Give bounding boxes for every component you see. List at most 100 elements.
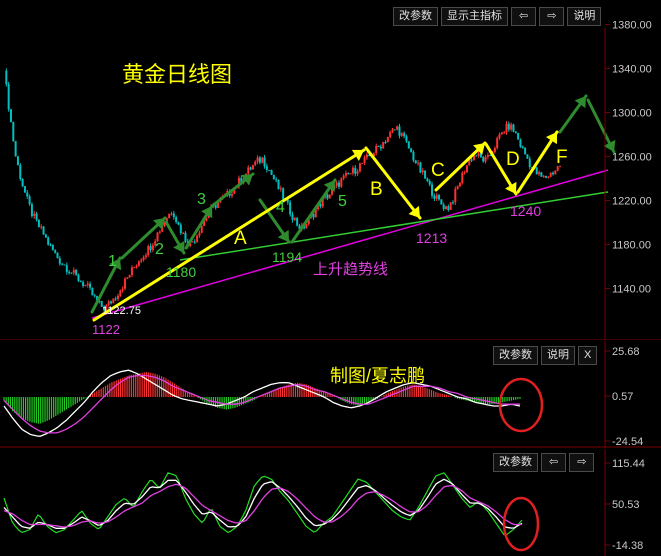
macd-help-button[interactable]: 说明: [541, 346, 575, 365]
candle-body: [63, 264, 66, 266]
candle-body: [23, 186, 26, 193]
candle-body: [521, 146, 524, 148]
candle-body: [542, 176, 545, 178]
candle-body: [554, 170, 557, 175]
candle-body: [56, 252, 59, 259]
candle-body: [16, 156, 19, 165]
candle-body: [384, 141, 387, 143]
candle-body: [414, 160, 417, 164]
candle-body: [149, 246, 152, 251]
candle-body: [375, 145, 378, 154]
candle-body: [42, 226, 45, 235]
candle-body: [496, 138, 499, 149]
candle-body: [403, 133, 406, 137]
candle-body: [510, 124, 513, 130]
macd-y-tick-label: -24.54: [612, 436, 643, 448]
wave-label-B: B: [370, 179, 383, 200]
show-main-indicator-button[interactable]: 显示主指标: [441, 7, 508, 26]
candle-body: [177, 222, 180, 225]
candle-body: [79, 280, 82, 282]
candle-body: [463, 172, 466, 174]
osc-left-arrow-icon[interactable]: ⇦: [541, 453, 567, 472]
candle-body: [26, 192, 29, 197]
candle-body: [340, 178, 343, 187]
main-price-chart[interactable]: 1122 1122.75 1180 1194 1213 1240 1 2 3 4 5 A B C D F 上升趋…: [0, 0, 661, 340]
osc-line-fast: [3, 472, 523, 536]
candle-body: [351, 167, 354, 174]
candle-body: [130, 267, 133, 276]
candle-body: [116, 295, 119, 300]
candle-body: [123, 278, 126, 289]
wave-label-1: 1: [108, 253, 117, 270]
osc-line-slow: [3, 483, 522, 528]
candle-body: [140, 259, 143, 262]
candle-body: [89, 283, 92, 288]
osc-toolbar: 改参数 ⇦ ⇨: [490, 453, 595, 472]
osc-modify-params-button[interactable]: 改参数: [493, 453, 538, 472]
candle-body: [486, 155, 489, 157]
candle-body: [14, 141, 17, 157]
candle-body: [114, 298, 117, 300]
candle-body: [68, 271, 71, 273]
osc-right-arrow-icon[interactable]: ⇨: [569, 453, 595, 472]
macd-modify-params-button[interactable]: 改参数: [493, 346, 538, 365]
candle-body: [147, 246, 150, 256]
candle-body: [498, 134, 501, 139]
candle-body: [405, 136, 408, 142]
candle-body: [500, 132, 503, 135]
candle-body: [519, 139, 522, 147]
left-arrow-icon[interactable]: ⇦: [511, 7, 537, 26]
candle-body: [398, 126, 401, 136]
candle-body: [170, 213, 173, 215]
candle-body: [421, 170, 424, 173]
candle-body: [182, 232, 185, 234]
candle-body: [412, 151, 415, 161]
candle-body: [179, 224, 182, 234]
candle-body: [389, 131, 392, 138]
candle-body: [382, 141, 385, 149]
candle-body: [549, 172, 552, 177]
macd-close-button[interactable]: X: [578, 346, 598, 365]
candle-body: [142, 257, 145, 260]
candle-body: [349, 173, 352, 175]
candle-body: [475, 155, 478, 157]
right-arrow-icon[interactable]: ⇨: [539, 7, 565, 26]
candle-body: [396, 126, 399, 130]
candle-body: [91, 287, 94, 296]
help-button[interactable]: 说明: [567, 7, 602, 26]
candle-body: [433, 195, 436, 199]
candle-body: [121, 288, 124, 291]
candle-body: [386, 137, 389, 143]
candle-body: [505, 123, 508, 133]
candle-body: [538, 172, 541, 175]
candle-body: [28, 196, 31, 205]
candle-body: [82, 281, 85, 287]
candle-body: [58, 258, 61, 264]
candle-body: [126, 277, 129, 279]
macd-y-tick-label: 25.68: [612, 346, 640, 358]
candle-body: [133, 267, 136, 269]
candle-body: [135, 265, 138, 268]
candle-body: [356, 171, 359, 174]
candle-body: [291, 214, 294, 220]
candle-body: [254, 161, 257, 166]
wave-arrow-5: [290, 178, 337, 244]
modify-params-button[interactable]: 改参数: [393, 7, 438, 26]
candle-body: [110, 301, 113, 304]
candle-body: [51, 244, 54, 251]
candle-body: [377, 145, 380, 147]
candle-body: [535, 167, 538, 175]
candle-body: [37, 219, 40, 228]
candle-body: [263, 157, 266, 167]
candle-body: [442, 204, 445, 210]
candle-body: [379, 146, 382, 149]
candle-body: [21, 179, 24, 187]
osc-y-tick-label: 115.44: [612, 458, 645, 470]
candle-body: [249, 167, 252, 170]
candle-body: [156, 232, 159, 242]
macd-line-diff: [3, 369, 521, 437]
candle-body: [456, 186, 459, 189]
rising-trendline: [91, 169, 609, 319]
candle-body: [540, 172, 543, 177]
candle-body: [230, 193, 233, 196]
